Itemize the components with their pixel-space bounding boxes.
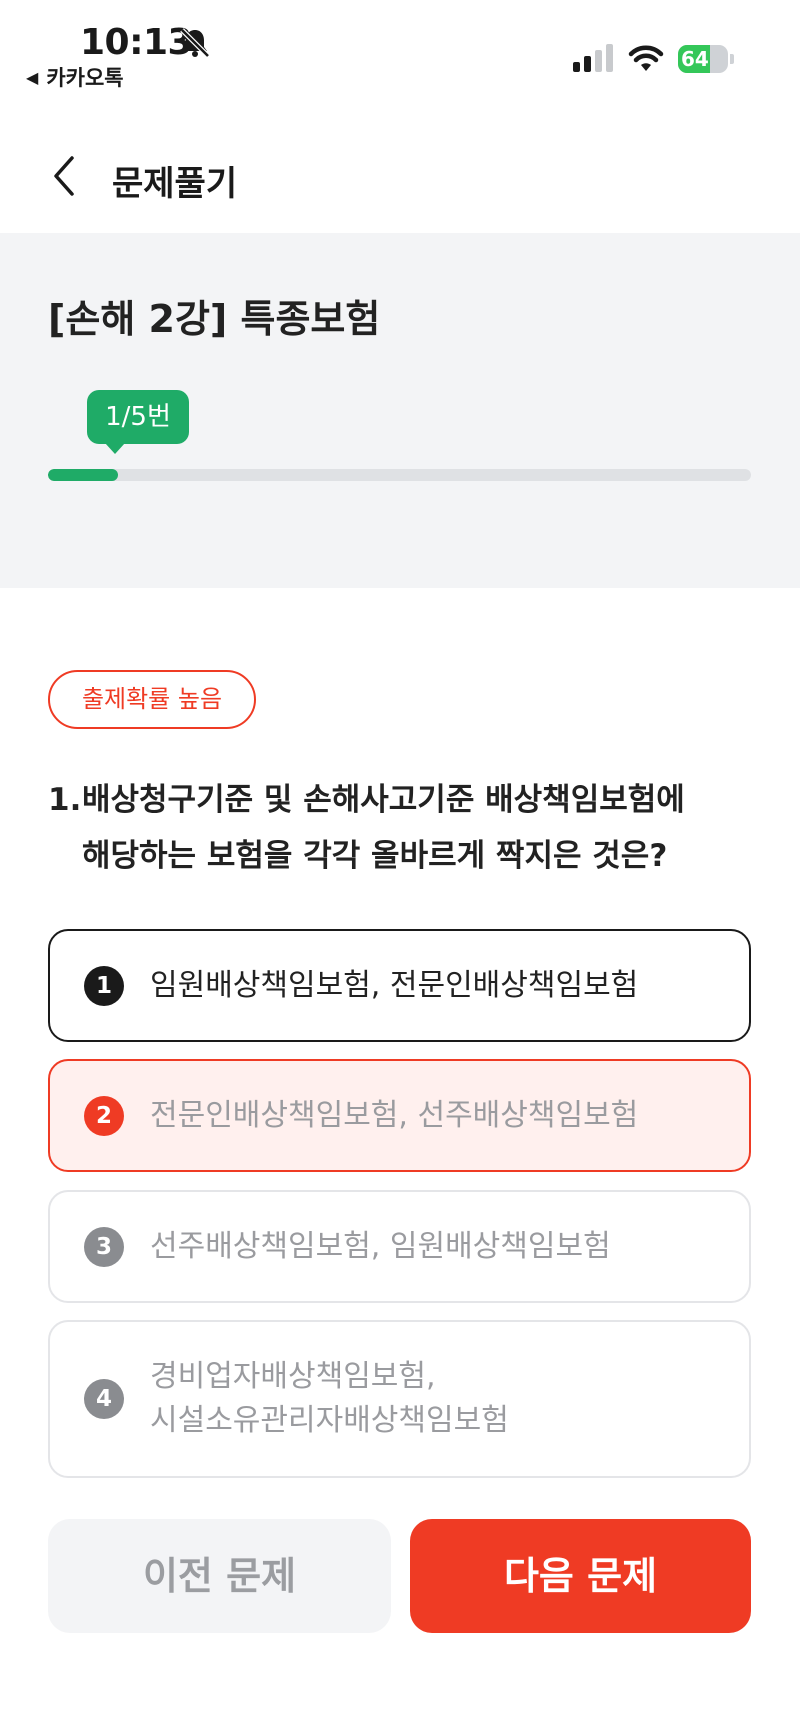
- option-line-1: 전문인배상책임보험, 선주배상책임보험: [150, 1097, 639, 1133]
- back-arrow-icon[interactable]: [46, 152, 82, 200]
- previous-question-button[interactable]: 이전 문제: [48, 1519, 391, 1633]
- progress-fill: [48, 469, 119, 481]
- wifi-icon: [628, 45, 664, 71]
- option-line-2: 시설소유관리자배상책임보험: [150, 1403, 509, 1438]
- next-question-button[interactable]: 다음 문제: [410, 1519, 751, 1633]
- question: 1. 배상청구기준 및 손해사고기준 배상책임보험에 해당하는 보험을 각각 올…: [48, 772, 758, 884]
- back-to-app-link[interactable]: ◀ 카카오톡: [26, 62, 124, 92]
- progress-tooltip: 1/5번: [87, 390, 189, 454]
- nav-header: 문제풀기: [0, 130, 800, 220]
- answer-option-3[interactable]: 3 선주배상책임보험, 임원배상책임보험: [48, 1190, 751, 1303]
- status-bar: 10:13 ◀ 카카오톡 64: [0, 0, 800, 100]
- probability-badge: 출제확률 높음: [48, 670, 256, 729]
- bell-slash-icon: [180, 28, 210, 58]
- question-line-2: 해당하는 보험을 각각 올바르게 짝지은 것은?: [82, 838, 668, 874]
- option-number-badge: 1: [84, 965, 124, 1006]
- back-triangle-icon: ◀: [26, 67, 39, 87]
- question-number: 1.: [48, 782, 82, 818]
- answer-option-2[interactable]: 2 전문인배상책임보험, 선주배상책임보험: [48, 1059, 751, 1172]
- option-line-1: 선주배상책임보험, 임원배상책임보험: [150, 1228, 611, 1264]
- status-time: 10:13: [80, 22, 193, 63]
- battery-level: 64: [681, 47, 709, 71]
- quiz-screen: 10:13 ◀ 카카오톡 64 문제풀기 [손해 2강] 특종보험 1/5번 출…: [0, 0, 800, 1734]
- option-number-badge: 3: [84, 1226, 124, 1267]
- answer-option-1[interactable]: 1 임원배상책임보험, 전문인배상책임보험: [48, 929, 751, 1042]
- option-text: 경비업자배상책임보험, 시설소유관리자배상책임보험: [150, 1355, 719, 1443]
- lesson-title: [손해 2강] 특종보험: [48, 297, 381, 341]
- question-text: 배상청구기준 및 손해사고기준 배상책임보험에 해당하는 보험을 각각 올바르게…: [82, 772, 758, 884]
- option-text: 전문인배상책임보험, 선주배상책임보험: [150, 1094, 719, 1138]
- answer-option-4[interactable]: 4 경비업자배상책임보험, 시설소유관리자배상책임보험: [48, 1320, 751, 1478]
- lesson-panel: [손해 2강] 특종보험 1/5번: [0, 233, 800, 588]
- option-line-1: 임원배상책임보험, 전문인배상책임보험: [150, 967, 639, 1003]
- option-number-badge: 2: [84, 1095, 124, 1136]
- signal-icon: [573, 44, 613, 72]
- back-app-label: 카카오톡: [46, 66, 124, 90]
- page-title: 문제풀기: [112, 164, 238, 204]
- option-text: 임원배상책임보험, 전문인배상책임보험: [150, 964, 719, 1008]
- question-line-1: 배상청구기준 및 손해사고기준 배상책임보험에: [82, 782, 685, 818]
- option-line-1: 경비업자배상책임보험,: [150, 1359, 436, 1394]
- battery-icon: 64: [678, 44, 734, 74]
- option-number-badge: 4: [84, 1379, 124, 1419]
- progress-bar: [48, 469, 751, 481]
- option-text: 선주배상책임보험, 임원배상책임보험: [150, 1225, 719, 1269]
